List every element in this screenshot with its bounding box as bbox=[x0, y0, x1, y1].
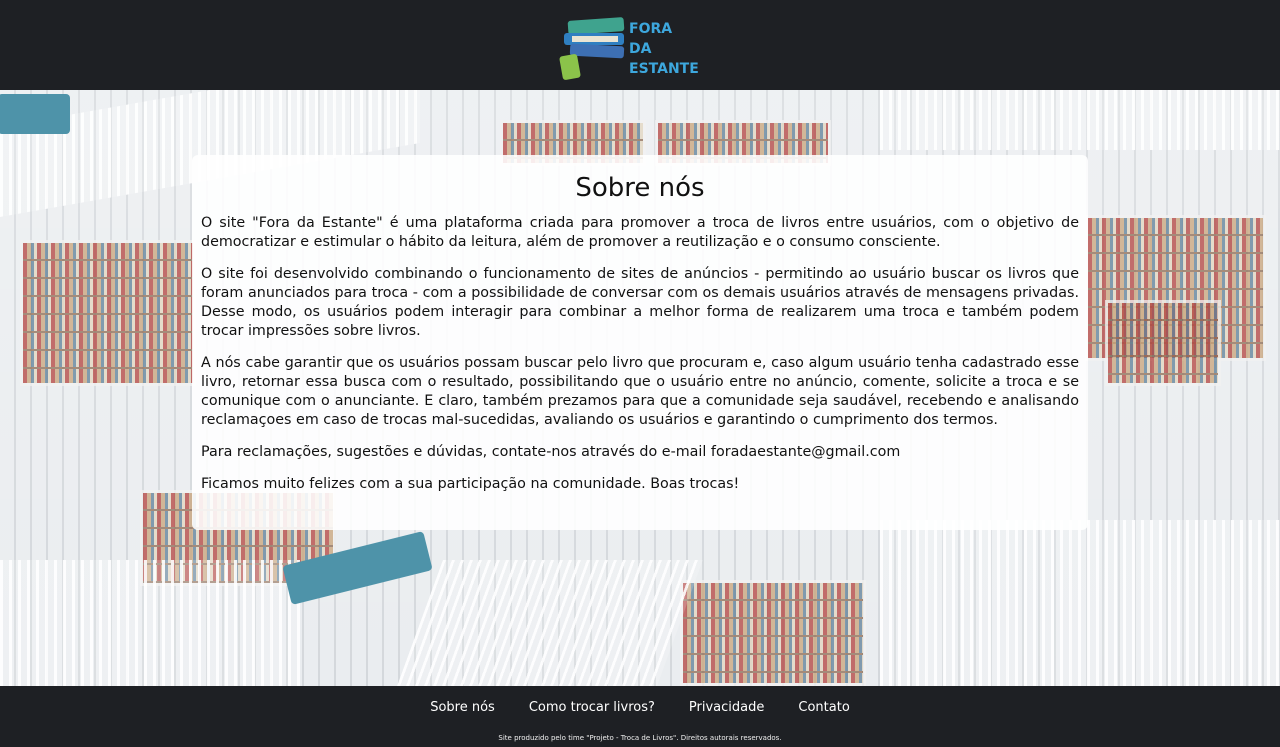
book-pages-icon bbox=[572, 36, 618, 42]
footer-link-sobre-nos[interactable]: Sobre nós bbox=[430, 700, 495, 716]
copyright-text: Site produzido pelo time "Projeto - Troc… bbox=[498, 734, 782, 742]
decorative-railing bbox=[0, 560, 300, 686]
footer-link-como-trocar[interactable]: Como trocar livros? bbox=[529, 700, 655, 716]
price-tag-icon bbox=[559, 53, 581, 81]
about-paragraph: O site foi desenvolvido combinando o fun… bbox=[201, 266, 1079, 339]
page-title: Sobre nós bbox=[575, 173, 705, 203]
decorative-staircase bbox=[397, 560, 703, 686]
footer-link-privacidade[interactable]: Privacidade bbox=[689, 700, 764, 716]
decorative-bookshelf bbox=[680, 580, 866, 686]
logo-text: FORA DA ESTANTE bbox=[629, 19, 720, 79]
closing-paragraph: Ficamos muito felizes com a sua particip… bbox=[201, 476, 740, 492]
logo-line-2: DA ESTANTE bbox=[629, 41, 699, 77]
about-card: Sobre nós O site "Fora da Estante" é uma… bbox=[192, 155, 1088, 530]
about-paragraph: A nós cabe garantir que os usuários poss… bbox=[201, 355, 1079, 428]
decorative-bookshelf bbox=[1105, 300, 1221, 386]
footer-link-contato[interactable]: Contato bbox=[798, 700, 849, 716]
decorative-bookshelf bbox=[20, 240, 196, 386]
site-footer: Sobre nós Como trocar livros? Privacidad… bbox=[0, 686, 1280, 747]
logo-line-1: FORA bbox=[629, 21, 673, 37]
decorative-bench bbox=[0, 94, 70, 134]
contact-paragraph: Para reclamações, sugestões e dúvidas, c… bbox=[201, 444, 901, 460]
about-paragraph: O site "Fora da Estante" é uma plataform… bbox=[201, 215, 1079, 250]
decorative-railing bbox=[880, 90, 1280, 150]
decorative-railing bbox=[880, 520, 1280, 686]
site-logo[interactable]: FORA DA ESTANTE bbox=[559, 5, 720, 85]
footer-nav: Sobre nós Como trocar livros? Privacidad… bbox=[0, 700, 1280, 716]
site-header: FORA DA ESTANTE bbox=[0, 0, 1280, 90]
book-icon bbox=[569, 43, 625, 59]
